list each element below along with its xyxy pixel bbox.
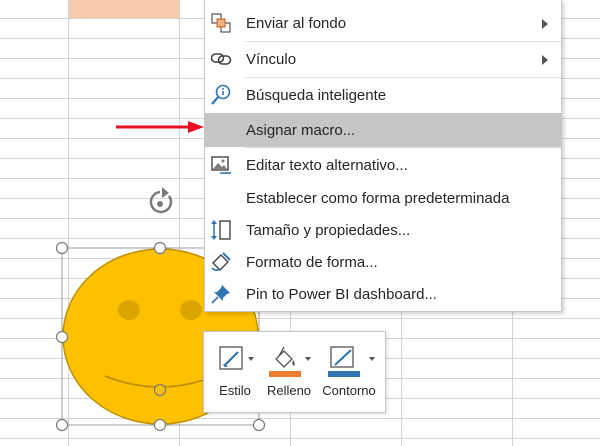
size-properties-icon xyxy=(209,218,233,242)
outline-label: Contorno xyxy=(322,383,376,398)
shape-fill-icon xyxy=(269,346,311,377)
send-to-back-icon xyxy=(209,11,233,35)
format-shape-icon xyxy=(209,250,233,274)
resize-handle-left[interactable] xyxy=(55,330,69,344)
menu-item-pin-power-bi[interactable]: Pin to Power BI dashboard... xyxy=(205,277,561,311)
menu-item-label: Editar texto alternativo... xyxy=(246,156,408,174)
menu-item-label: Establecer como forma predeterminada xyxy=(246,189,510,207)
menu-item-format-shape[interactable]: Formato de forma... xyxy=(205,245,561,279)
resize-handle-top-left[interactable] xyxy=(55,241,69,255)
resize-handle-bottom-right[interactable] xyxy=(252,418,266,432)
menu-item-size-properties[interactable]: Tamaño y propiedades... xyxy=(205,213,561,247)
menu-item-label: Búsqueda inteligente xyxy=(246,86,387,104)
menu-item-label: Enviar al fondo xyxy=(246,14,347,32)
rotate-handle-icon[interactable] xyxy=(149,187,173,214)
smiley-right-eye xyxy=(180,300,202,320)
shape-outline-icon xyxy=(328,346,375,377)
menu-item-label: Vínculo xyxy=(246,50,297,68)
menu-item-link[interactable]: Vínculo xyxy=(205,42,561,76)
menu-item-assign-macro[interactable]: Asignar macro... xyxy=(205,113,561,147)
submenu-arrow-icon xyxy=(541,17,549,35)
menu-item-edit-alt-text[interactable]: Editar texto alternativo... xyxy=(205,148,561,182)
link-icon xyxy=(209,47,233,71)
context-menu: Enviar al fondo Vínculo Búsqueda intelig… xyxy=(204,0,562,312)
menu-item-set-default-shape[interactable]: Establecer como forma predeterminada xyxy=(205,181,561,215)
smiley-left-eye xyxy=(118,300,140,320)
resize-handle-bottom-left[interactable] xyxy=(55,418,69,432)
pin-icon xyxy=(209,282,233,306)
menu-item-smart-lookup[interactable]: Búsqueda inteligente xyxy=(205,78,561,112)
alt-text-icon xyxy=(209,153,233,177)
style-label: Estilo xyxy=(219,383,251,398)
adjustment-handle[interactable] xyxy=(153,383,167,397)
fill-button[interactable]: Relleno xyxy=(262,338,316,406)
menu-item-send-to-back[interactable]: Enviar al fondo xyxy=(205,6,561,40)
outline-button[interactable]: Contorno xyxy=(317,338,381,406)
resize-handle-bottom[interactable] xyxy=(153,418,167,432)
menu-item-label: Asignar macro... xyxy=(246,121,356,139)
red-arrow-icon xyxy=(116,121,204,133)
menu-item-label: Formato de forma... xyxy=(246,253,378,271)
submenu-arrow-icon xyxy=(541,53,549,71)
fill-label: Relleno xyxy=(266,383,312,398)
mini-toolbar: Estilo Relleno Contorno xyxy=(203,331,386,413)
resize-handle-top[interactable] xyxy=(153,241,167,255)
menu-item-label: Tamaño y propiedades... xyxy=(246,221,411,239)
style-button[interactable]: Estilo xyxy=(212,338,258,406)
smart-lookup-icon xyxy=(209,83,233,107)
shape-style-icon xyxy=(219,346,254,370)
menu-item-label: Pin to Power BI dashboard... xyxy=(246,285,437,303)
